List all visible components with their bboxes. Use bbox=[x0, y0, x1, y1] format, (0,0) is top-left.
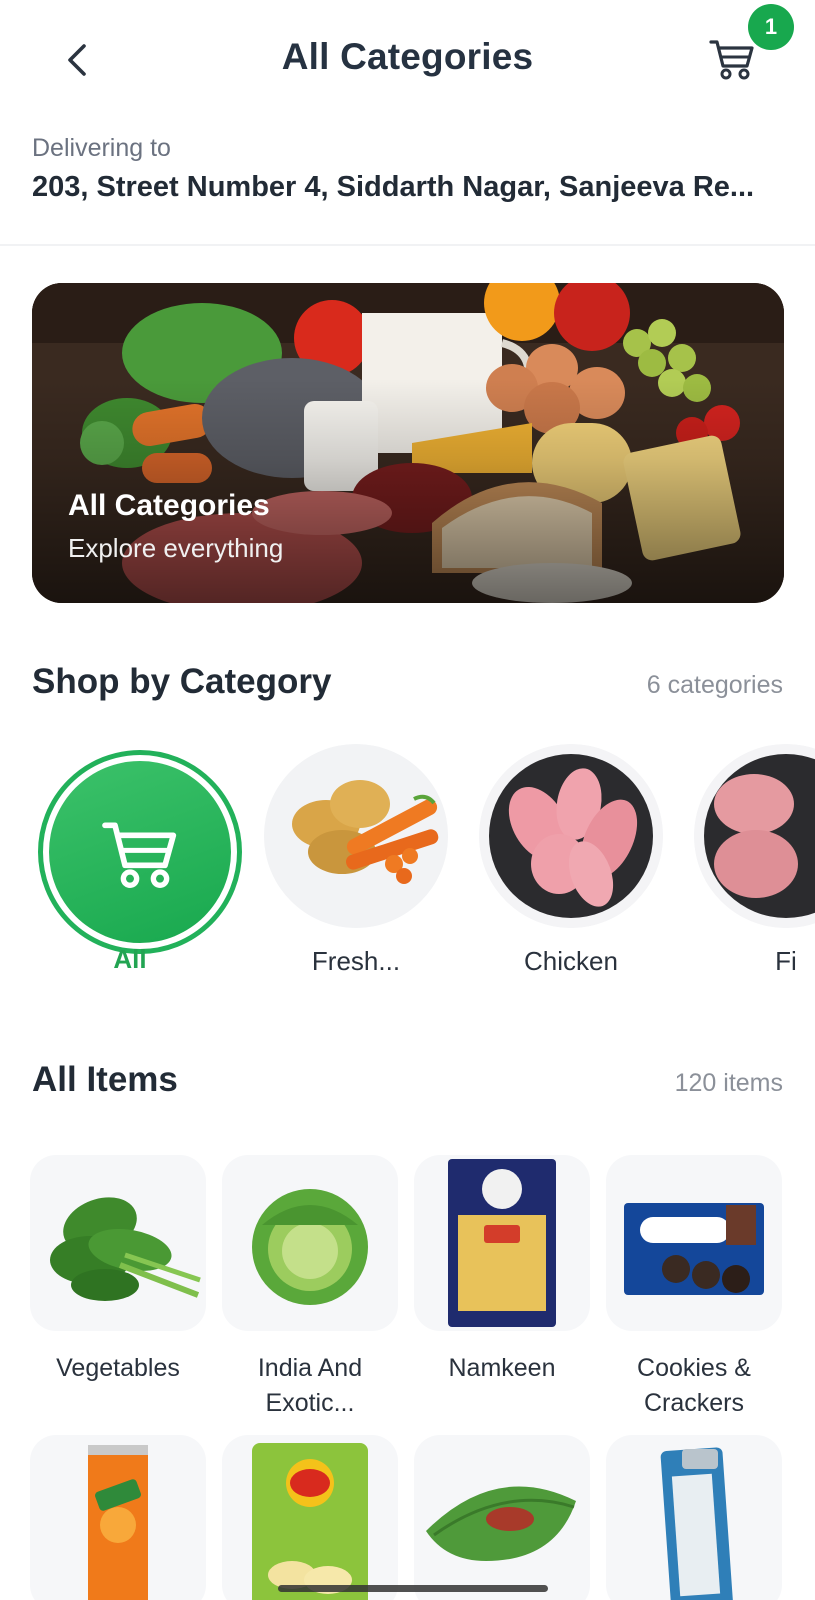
oreo-box-image bbox=[606, 1155, 782, 1331]
item-beverages[interactable] bbox=[30, 1435, 206, 1600]
category-label: All bbox=[113, 944, 147, 974]
lays-packet-image bbox=[222, 1435, 398, 1600]
spinach-image bbox=[30, 1155, 206, 1331]
category-label: Chicken bbox=[524, 946, 618, 976]
namkeen-packet-image bbox=[414, 1155, 590, 1331]
item-vegetables[interactable]: Vegetables bbox=[30, 1155, 206, 1386]
mirinda-can-image bbox=[30, 1435, 206, 1600]
category-fresh[interactable]: Fresh... bbox=[264, 744, 464, 1004]
home-indicator bbox=[278, 1585, 548, 1592]
item-label: Cookies & Crackers bbox=[637, 1354, 751, 1417]
category-count: 6 categories bbox=[646, 671, 783, 699]
cart-button[interactable] bbox=[708, 34, 760, 86]
category-fish[interactable]: Fi bbox=[694, 744, 815, 1004]
cart-icon bbox=[102, 822, 177, 888]
category-label: Fresh... bbox=[311, 946, 401, 976]
cart-count-badge: 1 bbox=[748, 4, 794, 50]
screen: All Categories 1 Delivering to 203, Stre… bbox=[0, 0, 815, 1600]
cart-icon bbox=[709, 40, 754, 80]
page-title: All Categories bbox=[281, 36, 534, 77]
top-bar: All Categories 1 bbox=[0, 0, 815, 120]
fish-image bbox=[694, 744, 815, 928]
item-cookies-crackers[interactable]: Cookies & Crackers bbox=[606, 1155, 782, 1421]
delivery-address[interactable]: Delivering to 203, Street Number 4, Sidd… bbox=[32, 134, 783, 204]
item-india-and-exotic[interactable]: India And Exotic... bbox=[222, 1155, 398, 1421]
nicotex-pack-image bbox=[606, 1435, 782, 1600]
item-label: Vegetables bbox=[56, 1354, 180, 1382]
item-chips[interactable] bbox=[222, 1435, 398, 1600]
category-chicken[interactable]: Chicken bbox=[479, 744, 679, 1004]
section-title: All Items bbox=[32, 1060, 178, 1099]
paan-leaf-image bbox=[414, 1435, 590, 1600]
category-all-circle bbox=[49, 761, 231, 943]
item-namkeen[interactable]: Namkeen bbox=[414, 1155, 590, 1386]
cabbage-image bbox=[222, 1155, 398, 1331]
item-nicotex[interactable] bbox=[606, 1435, 782, 1600]
divider bbox=[0, 244, 815, 246]
category-all-ring bbox=[38, 750, 242, 954]
shop-by-category-header: Shop by Category 6 categories bbox=[32, 662, 783, 702]
category-carousel[interactable]: All Fresh... Chicken Fi bbox=[0, 744, 815, 1004]
all-categories-banner[interactable]: All Categories Explore everything bbox=[32, 283, 784, 603]
vegetables-image bbox=[264, 744, 448, 928]
all-items-header: All Items 120 items bbox=[32, 1060, 783, 1100]
banner-title: All Categories bbox=[68, 489, 270, 522]
item-paan[interactable] bbox=[414, 1435, 590, 1600]
category-all[interactable]: All bbox=[38, 744, 248, 1004]
address-value: 203, Street Number 4, Siddarth Nagar, Sa… bbox=[32, 171, 755, 203]
chicken-image bbox=[479, 744, 663, 928]
item-label: Namkeen bbox=[448, 1354, 556, 1382]
item-count: 120 items bbox=[674, 1069, 783, 1097]
section-title: Shop by Category bbox=[32, 662, 332, 701]
category-label: Fi bbox=[775, 946, 797, 976]
address-label: Delivering to bbox=[32, 134, 171, 162]
banner-subtitle: Explore everything bbox=[68, 533, 284, 563]
item-label: India And Exotic... bbox=[257, 1354, 363, 1417]
